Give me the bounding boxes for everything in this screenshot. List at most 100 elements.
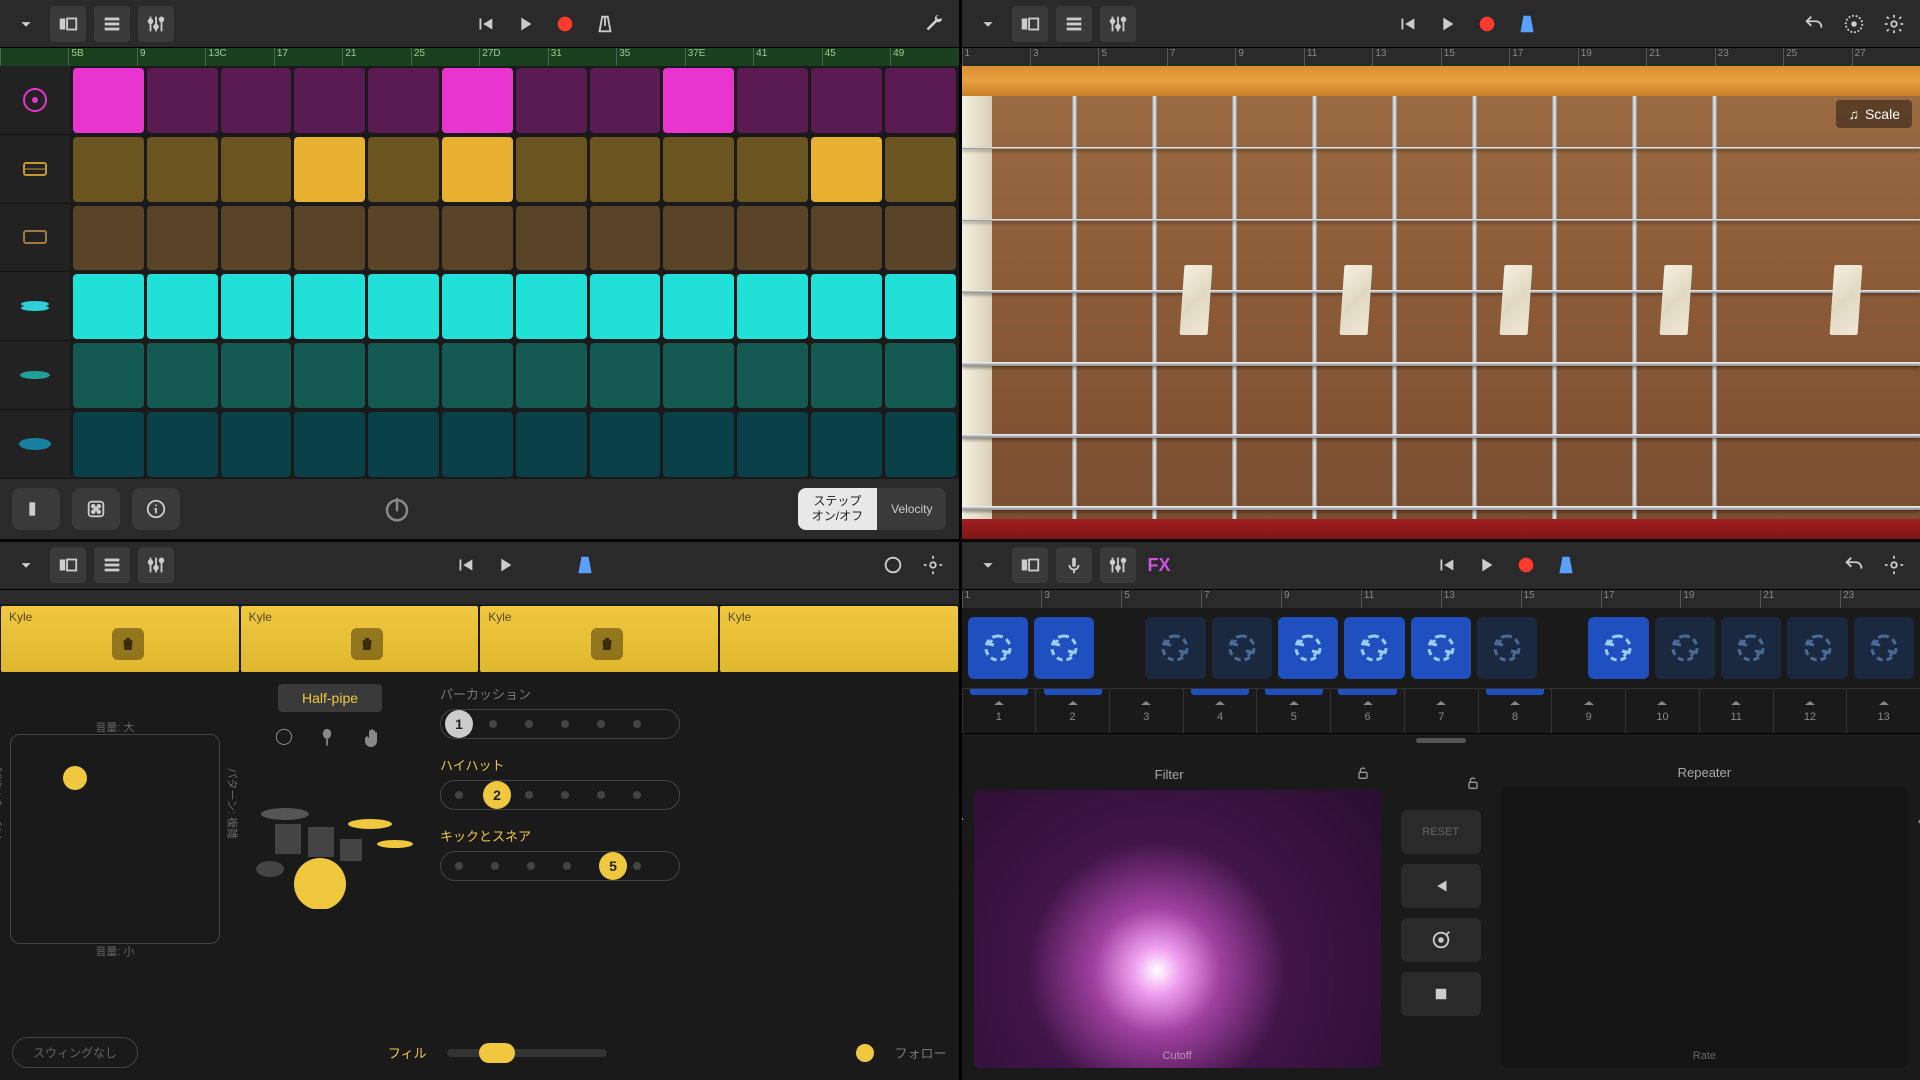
step-button[interactable]: 2 <box>1035 689 1109 733</box>
tracks-icon[interactable] <box>94 6 130 42</box>
lock-icon[interactable] <box>1465 775 1481 794</box>
step-cell[interactable] <box>294 137 365 202</box>
step-cell[interactable] <box>737 68 808 133</box>
step-cell[interactable] <box>885 343 956 408</box>
step-cell[interactable] <box>368 137 439 202</box>
play-button[interactable] <box>1429 6 1465 42</box>
step-cell[interactable] <box>737 206 808 271</box>
browser-icon[interactable] <box>1012 547 1048 583</box>
loop-pad[interactable] <box>1787 617 1847 679</box>
mic-icon[interactable] <box>1056 547 1092 583</box>
step-cell[interactable] <box>516 343 587 408</box>
loop-icon[interactable] <box>875 547 911 583</box>
metronome-icon[interactable] <box>587 6 623 42</box>
loop-pad[interactable] <box>1344 617 1404 679</box>
step-button[interactable]: 5 <box>1256 689 1330 733</box>
record-button[interactable] <box>1508 547 1544 583</box>
hihat-slider[interactable]: 2 <box>440 780 680 810</box>
chevron-down-icon[interactable] <box>970 6 1006 42</box>
step-cell[interactable] <box>73 68 144 133</box>
step-button[interactable]: 1 <box>962 689 1036 733</box>
trash-icon[interactable] <box>591 628 623 660</box>
step-cell[interactable] <box>811 412 882 477</box>
xy-puck[interactable] <box>63 766 87 790</box>
step-cell[interactable] <box>147 137 218 202</box>
loop-pad[interactable] <box>1212 617 1272 679</box>
step-cell[interactable] <box>516 137 587 202</box>
step-button[interactable]: 9 <box>1551 689 1625 733</box>
step-cell[interactable] <box>663 68 734 133</box>
scale-button[interactable]: ♫ Scale <box>1836 100 1912 128</box>
drum-kit-graphic[interactable] <box>240 769 420 909</box>
step-cell[interactable] <box>221 412 292 477</box>
chevron-down-icon[interactable] <box>8 547 44 583</box>
dice-icon[interactable] <box>72 488 120 530</box>
tracks-icon[interactable] <box>94 547 130 583</box>
step-cell[interactable] <box>663 206 734 271</box>
mode-segmented-control[interactable]: ステップ オン/オフ Velocity <box>798 488 947 530</box>
step-cell[interactable] <box>811 274 882 339</box>
mixer-icon[interactable] <box>1100 547 1136 583</box>
step-cell[interactable] <box>294 274 365 339</box>
metronome-icon[interactable] <box>1509 6 1545 42</box>
snare-icon[interactable] <box>0 135 70 204</box>
drummer-region[interactable]: Kyle <box>720 606 958 672</box>
drummer-region[interactable]: Kyle <box>480 606 718 672</box>
step-cell[interactable] <box>73 412 144 477</box>
expand-icon[interactable] <box>12 488 60 530</box>
step-cell[interactable] <box>294 412 365 477</box>
browser-icon[interactable] <box>50 6 86 42</box>
step-button[interactable]: 12 <box>1773 689 1847 733</box>
step-cell[interactable] <box>147 343 218 408</box>
metronome-icon[interactable] <box>567 547 603 583</box>
play-button[interactable] <box>1468 547 1504 583</box>
fill-slider[interactable] <box>447 1049 607 1057</box>
step-button[interactable]: 13 <box>1846 689 1920 733</box>
step-button[interactable]: 6 <box>1330 689 1404 733</box>
step-cell[interactable] <box>811 206 882 271</box>
rewind-button[interactable] <box>467 6 503 42</box>
step-cell[interactable] <box>590 412 661 477</box>
record-button[interactable] <box>547 6 583 42</box>
step-cell[interactable] <box>221 137 292 202</box>
step-cell[interactable] <box>811 343 882 408</box>
wrench-icon[interactable] <box>915 6 951 42</box>
info-icon[interactable] <box>132 488 180 530</box>
record-button[interactable] <box>1469 6 1505 42</box>
step-button[interactable]: 10 <box>1625 689 1699 733</box>
rewind-button[interactable] <box>447 547 483 583</box>
settings-icon[interactable] <box>1876 547 1912 583</box>
fill-knob[interactable] <box>479 1043 515 1063</box>
step-cell[interactable] <box>516 274 587 339</box>
step-cell[interactable] <box>221 343 292 408</box>
reverse-button[interactable] <box>1401 864 1481 908</box>
trash-icon[interactable] <box>351 628 383 660</box>
loop-pad[interactable] <box>1034 617 1094 679</box>
step-cell[interactable] <box>147 68 218 133</box>
rewind-button[interactable] <box>1389 6 1425 42</box>
mixer-icon[interactable] <box>138 547 174 583</box>
step-cell[interactable] <box>885 137 956 202</box>
step-cell[interactable] <box>516 412 587 477</box>
timeline-ruler[interactable] <box>0 590 959 604</box>
step-cell[interactable] <box>442 206 513 271</box>
step-cell[interactable] <box>294 68 365 133</box>
mixer-icon[interactable] <box>138 6 174 42</box>
hihat-icon[interactable] <box>0 272 70 341</box>
step-cell[interactable] <box>294 343 365 408</box>
loop-pad[interactable] <box>1477 617 1537 679</box>
step-cell[interactable] <box>442 68 513 133</box>
follow-toggle[interactable] <box>856 1044 874 1062</box>
play-button[interactable] <box>487 547 523 583</box>
step-cell[interactable] <box>663 412 734 477</box>
step-cell[interactable] <box>590 274 661 339</box>
fretboard[interactable]: ♫ Scale <box>962 96 1920 519</box>
step-cell[interactable] <box>442 274 513 339</box>
step-cell[interactable] <box>885 206 956 271</box>
loop-pad[interactable] <box>1854 617 1914 679</box>
rewind-button[interactable] <box>1428 547 1464 583</box>
filter-xy-pad[interactable]: Cutoff <box>974 790 1381 1069</box>
step-cell[interactable] <box>737 274 808 339</box>
step-cell[interactable] <box>73 206 144 271</box>
step-cell[interactable] <box>885 274 956 339</box>
